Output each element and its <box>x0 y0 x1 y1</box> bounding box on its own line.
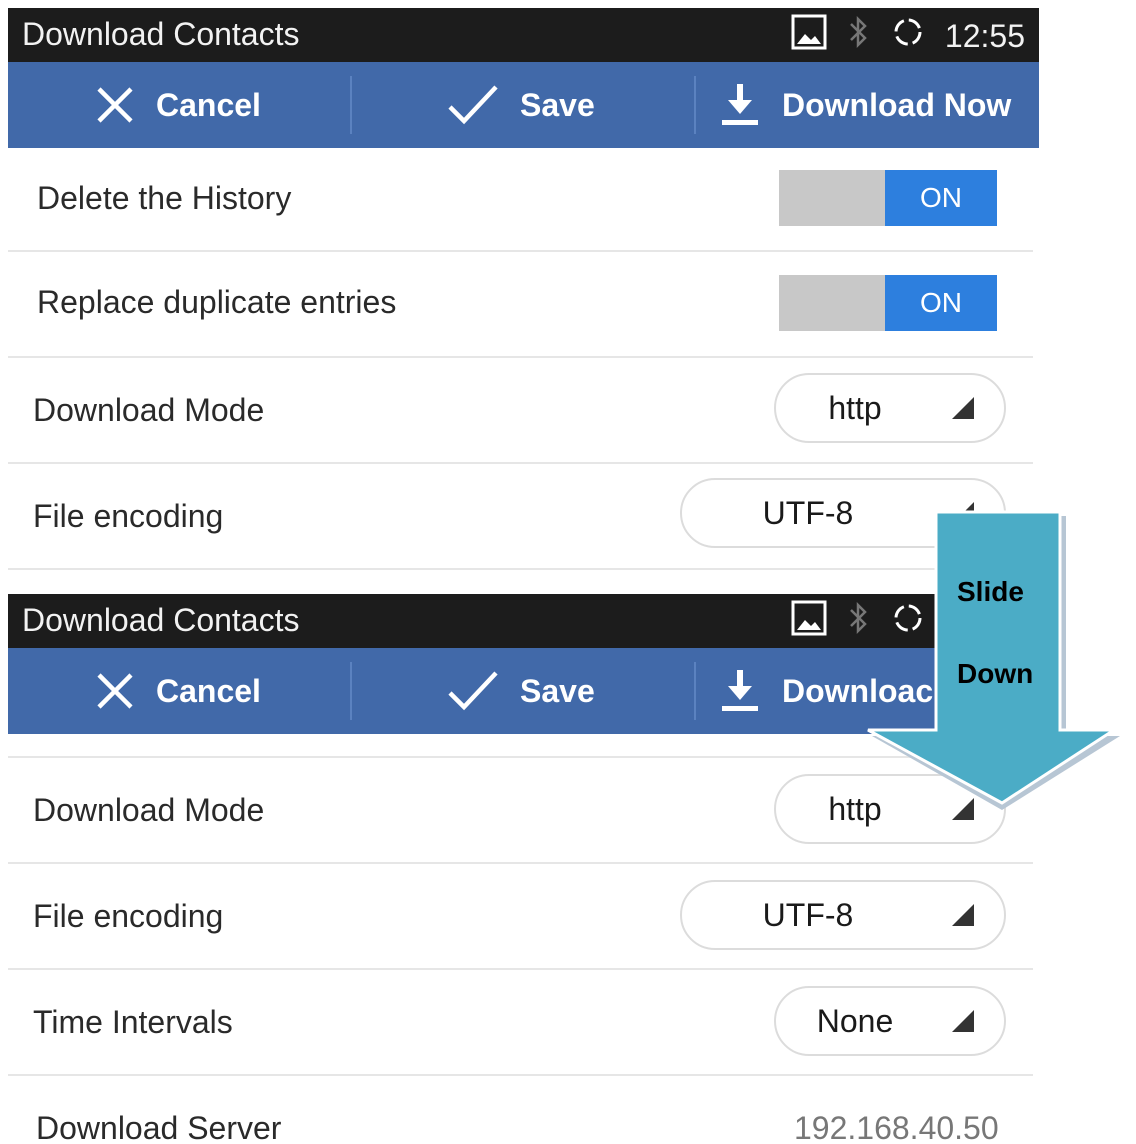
file-encoding-value: UTF-8 <box>762 896 854 933</box>
sync-icon <box>891 15 925 57</box>
cancel-button[interactable]: Cancel <box>94 62 261 148</box>
status-time: 12:55 <box>944 17 1025 54</box>
save-label: Save <box>520 672 595 709</box>
time-intervals-label: Time Intervals <box>33 1004 233 1040</box>
top-screenshot: Download Contacts 12:55 Cancel Save Down… <box>8 8 1039 580</box>
action-divider <box>350 662 352 720</box>
dropdown-triangle-icon <box>952 904 974 926</box>
close-icon <box>94 84 136 126</box>
download-server-label: Download Server <box>36 1110 282 1144</box>
callout-text-down: Down <box>957 658 1034 689</box>
download-now-button[interactable]: Downloac <box>718 648 933 734</box>
cancel-label: Cancel <box>156 672 261 709</box>
setting-row-partial <box>8 734 1033 758</box>
action-bar: Cancel Save Download Now <box>8 62 1039 148</box>
dropdown-triangle-icon <box>952 798 974 820</box>
file-encoding-select[interactable]: UTF-8 <box>680 880 1006 950</box>
setting-row-time-intervals: Time Intervals None <box>8 970 1033 1076</box>
file-encoding-select[interactable]: UTF-8 <box>680 478 1006 548</box>
download-mode-label: Download Mode <box>33 392 265 428</box>
file-encoding-label: File encoding <box>33 498 224 534</box>
file-encoding-value: UTF-8 <box>762 494 854 531</box>
bluetooth-icon <box>847 601 871 643</box>
bottom-screenshot: Download Contacts 12:55 Cancel Save Down… <box>8 594 1039 1144</box>
setting-row-file-encoding: File encoding UTF-8 <box>8 464 1033 570</box>
save-button[interactable]: Save <box>446 62 595 148</box>
download-mode-value: http <box>828 389 882 426</box>
file-encoding-label: File encoding <box>33 898 224 934</box>
replace-duplicates-label: Replace duplicate entries <box>37 284 397 320</box>
callout-text-slide: Slide <box>957 576 1024 607</box>
download-mode-select[interactable]: http <box>774 774 1006 844</box>
action-bar: Cancel Save Downloac <box>8 648 1039 734</box>
status-bar-title: Download Contacts <box>22 16 300 52</box>
status-bar-title: Download Contacts <box>22 602 300 638</box>
download-mode-value: http <box>828 790 882 827</box>
setting-row-replace-duplicates: Replace duplicate entries ON <box>8 252 1033 358</box>
dropdown-triangle-icon <box>952 397 974 419</box>
picture-icon <box>791 14 827 58</box>
download-icon <box>718 82 762 128</box>
status-bar: Download Contacts 12:55 <box>8 8 1039 62</box>
status-icons: 12:55 <box>791 600 1025 644</box>
download-now-label: Downloac <box>782 672 934 709</box>
toggle-on-state: ON <box>885 275 997 331</box>
bluetooth-icon <box>847 15 871 57</box>
checkmark-icon <box>446 83 500 127</box>
cancel-label: Cancel <box>156 86 261 123</box>
download-mode-label: Download Mode <box>33 792 265 828</box>
sync-icon <box>891 601 925 643</box>
download-mode-select[interactable]: http <box>774 373 1006 443</box>
setting-row-download-mode: Download Mode http <box>8 758 1033 864</box>
cancel-button[interactable]: Cancel <box>94 648 261 734</box>
delete-history-toggle[interactable]: ON <box>779 170 997 226</box>
dropdown-triangle-icon <box>952 502 974 524</box>
setting-row-download-server[interactable]: Download Server 192.168.40.50 <box>8 1076 1033 1144</box>
download-now-button[interactable]: Download Now <box>718 62 1011 148</box>
time-intervals-select[interactable]: None <box>774 986 1006 1056</box>
time-intervals-value: None <box>816 1002 894 1039</box>
save-label: Save <box>520 86 595 123</box>
toggle-on-state: ON <box>885 170 997 226</box>
picture-icon <box>791 600 827 644</box>
setting-row-delete-history: Delete the History ON <box>8 148 1033 252</box>
status-icons: 12:55 <box>791 14 1025 58</box>
save-button[interactable]: Save <box>446 648 595 734</box>
status-bar: Download Contacts 12:55 <box>8 594 1039 648</box>
delete-history-label: Delete the History <box>37 180 292 216</box>
checkmark-icon <box>446 669 500 713</box>
action-divider <box>350 76 352 134</box>
action-divider <box>694 76 696 134</box>
close-icon <box>94 670 136 712</box>
download-icon <box>718 668 762 714</box>
dropdown-triangle-icon <box>952 1010 974 1032</box>
setting-row-file-encoding: File encoding UTF-8 <box>8 864 1033 970</box>
replace-duplicates-toggle[interactable]: ON <box>779 275 997 331</box>
action-divider <box>694 662 696 720</box>
download-now-label: Download Now <box>782 86 1012 123</box>
status-time: 12:55 <box>944 603 1025 640</box>
download-server-value: 192.168.40.50 <box>794 1110 999 1144</box>
setting-row-download-mode: Download Mode http <box>8 358 1033 464</box>
